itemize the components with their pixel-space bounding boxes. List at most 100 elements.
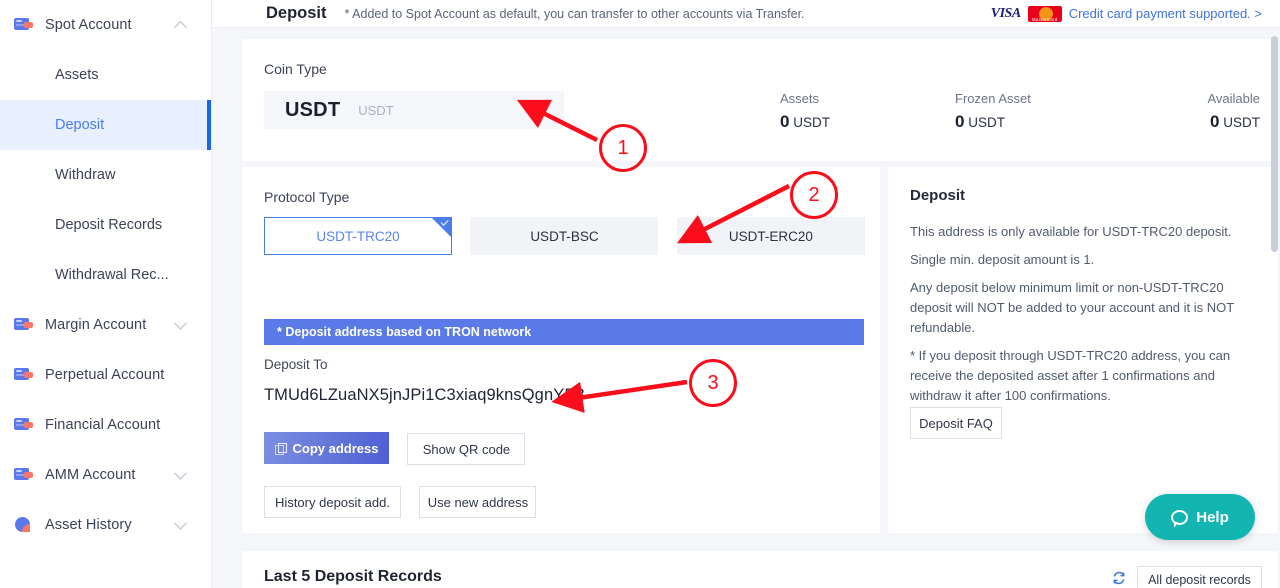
stat-unit: USDT	[968, 115, 1005, 130]
coin-type-label: Coin Type	[264, 61, 327, 77]
protocol-option-trc20[interactable]: USDT-TRC20	[264, 217, 452, 255]
stat-assets: Assets 0 USDT	[780, 91, 955, 132]
stat-frozen-asset: Frozen Asset 0 USDT	[955, 91, 1130, 132]
annotation-number: 1	[617, 136, 629, 159]
refresh-icon[interactable]	[1112, 571, 1126, 585]
protocol-option-label: USDT-TRC20	[316, 228, 400, 244]
info-panel-body: This address is only available for USDT-…	[910, 222, 1258, 414]
annotation-number: 2	[808, 183, 820, 206]
perpetual-icon	[14, 368, 33, 382]
sidebar-item-deposit-records[interactable]: Deposit Records	[0, 200, 211, 250]
wallet-icon	[14, 18, 33, 32]
deposit-address[interactable]: TMUd6LZuaNX5jnJPi1C3xiaq9knsQgnYE3	[264, 386, 585, 405]
deposit-faq-button[interactable]: Deposit FAQ	[910, 407, 1002, 439]
stat-number: 0	[780, 112, 790, 131]
vertical-scrollbar[interactable]	[1271, 36, 1278, 252]
annotation-number: 3	[707, 371, 719, 394]
protocol-type-label: Protocol Type	[264, 189, 350, 205]
address-action-row-primary: Copy address Show QR code	[264, 432, 526, 465]
protocol-option-bsc[interactable]: USDT-BSC	[470, 217, 659, 255]
chevron-up-icon[interactable]	[174, 20, 187, 34]
sidebar-group-label: Margin Account	[45, 317, 147, 333]
sidebar-group-label: AMM Account	[45, 467, 136, 483]
coin-symbol-sub: USDT	[358, 102, 394, 118]
stat-number: 0	[1210, 112, 1220, 131]
deposit-to-label: Deposit To	[264, 357, 328, 372]
page-header: Deposit * Added to Spot Account as defau…	[212, 0, 1280, 28]
deposit-info-card: Deposit This address is only available f…	[888, 167, 1278, 533]
address-action-row-secondary: History deposit add. Use new address	[264, 486, 537, 518]
mastercard-icon-label: MasterCard	[1031, 16, 1058, 22]
stat-unit: USDT	[793, 115, 830, 130]
payment-methods: VISA MasterCard Credit card payment supp…	[990, 5, 1262, 22]
history-deposit-address-button[interactable]: History deposit add.	[264, 486, 401, 518]
deposit-page: Spot Account Assets Deposit Withdraw Dep…	[0, 0, 1280, 588]
sidebar-group-financial-account[interactable]: Financial Account	[0, 400, 211, 450]
records-title: Last 5 Deposit Records	[264, 568, 442, 585]
page-header-note: * Added to Spot Account as default, you …	[344, 6, 805, 21]
sidebar-item-withdraw[interactable]: Withdraw	[0, 150, 211, 200]
amm-icon	[14, 468, 33, 482]
copy-address-button[interactable]: Copy address	[264, 432, 389, 464]
deposit-records-card: Last 5 Deposit Records All deposit recor…	[242, 551, 1278, 588]
stat-number: 0	[955, 112, 965, 131]
network-banner: * Deposit address based on TRON network	[264, 319, 864, 345]
help-widget-button[interactable]: Help	[1145, 494, 1255, 540]
help-widget-label: Help	[1196, 508, 1229, 526]
all-deposit-records-label: All deposit records	[1148, 573, 1251, 587]
sidebar-item-label: Withdraw	[55, 167, 116, 183]
sidebar-group-perpetual-account[interactable]: Perpetual Account	[0, 350, 211, 400]
protocol-options: USDT-TRC20 USDT-BSC USDT-ERC20	[264, 217, 879, 267]
coin-type-select[interactable]: USDT USDT	[264, 91, 564, 129]
asset-stats: Assets 0 USDT Frozen Asset 0 USDT Availa…	[780, 91, 1260, 132]
annotation-marker-1: 1	[599, 124, 647, 172]
stat-available: Available 0 USDT	[1130, 91, 1260, 132]
sidebar-group-asset-history[interactable]: Asset History	[0, 500, 211, 550]
sidebar-item-withdrawal-records[interactable]: Withdrawal Rec...	[0, 250, 211, 300]
sidebar-item-label: Assets	[55, 67, 99, 83]
sidebar-group-spot-account[interactable]: Spot Account	[0, 0, 211, 50]
annotation-marker-2: 2	[790, 171, 838, 219]
credit-card-link[interactable]: Credit card payment supported. >	[1069, 6, 1262, 21]
info-paragraph: Single min. deposit amount is 1.	[910, 252, 1095, 267]
sidebar-item-label: Deposit	[55, 117, 105, 133]
stat-title: Frozen Asset	[955, 91, 1031, 106]
info-paragraph: * If you deposit through USDT-TRC20 addr…	[910, 348, 1231, 403]
show-qr-code-label: Show QR code	[422, 441, 511, 457]
sidebar-group-label: Financial Account	[45, 417, 161, 433]
stat-title: Available	[1207, 91, 1260, 106]
use-new-address-label: Use new address	[427, 494, 529, 510]
sidebar-group-amm-account[interactable]: AMM Account	[0, 450, 211, 500]
annotation-marker-3: 3	[689, 359, 737, 407]
all-deposit-records-button[interactable]: All deposit records	[1137, 566, 1262, 588]
chevron-down-icon[interactable]	[536, 106, 546, 112]
protocol-option-label: USDT-BSC	[530, 228, 599, 244]
stat-title: Assets	[780, 91, 820, 106]
stat-value: 0 USDT	[1130, 112, 1260, 132]
chevron-down-icon[interactable]	[174, 516, 187, 530]
mastercard-icon: MasterCard	[1027, 5, 1062, 22]
chevron-down-icon[interactable]	[174, 316, 187, 330]
margin-icon	[14, 318, 33, 332]
sidebar-item-deposit[interactable]: Deposit	[0, 100, 211, 150]
info-panel-title: Deposit	[910, 187, 966, 204]
sidebar-group-label: Perpetual Account	[45, 367, 165, 383]
deposit-faq-label: Deposit FAQ	[919, 415, 993, 431]
protocol-option-erc20[interactable]: USDT-ERC20	[676, 217, 865, 255]
copy-icon	[274, 442, 287, 455]
page-title: Deposit	[266, 4, 327, 22]
coin-type-card: Coin Type USDT USDT Assets 0 USDT Frozen…	[242, 39, 1278, 161]
sidebar-item-label: Deposit Records	[55, 217, 163, 233]
history-deposit-address-label: History deposit add.	[275, 494, 390, 510]
stat-value: 0 USDT	[780, 112, 955, 132]
use-new-address-button[interactable]: Use new address	[419, 486, 537, 518]
show-qr-code-button[interactable]: Show QR code	[407, 433, 526, 465]
chevron-down-icon[interactable]	[174, 466, 187, 480]
sidebar-group-margin-account[interactable]: Margin Account	[0, 300, 211, 350]
sidebar-item-label: Withdrawal Rec...	[55, 267, 169, 283]
info-paragraph: This address is only available for USDT-…	[910, 224, 1232, 239]
visa-icon: VISA	[990, 5, 1021, 21]
stat-value: 0 USDT	[955, 112, 1130, 132]
sidebar-item-assets[interactable]: Assets	[0, 50, 211, 100]
main-content: Deposit * Added to Spot Account as defau…	[212, 0, 1280, 588]
